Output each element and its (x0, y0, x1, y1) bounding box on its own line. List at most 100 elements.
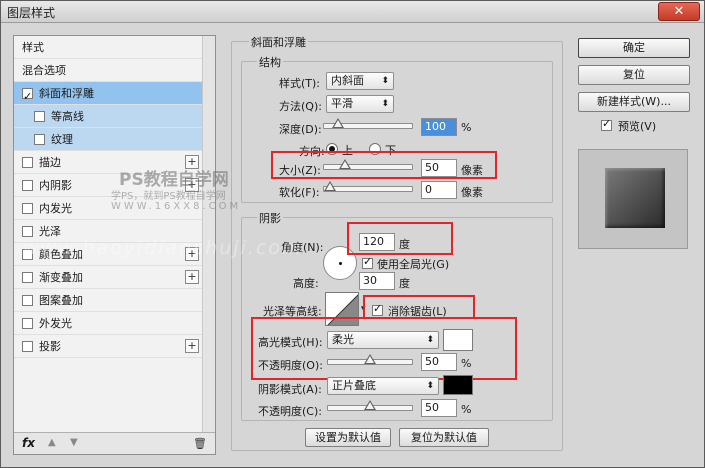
depth-unit: % (461, 121, 472, 134)
soften-unit: 像素 (461, 186, 483, 199)
ok-button[interactable]: 确定 (578, 38, 690, 58)
style-list-item-label: 内发光 (39, 202, 72, 215)
style-list-item-label: 外发光 (39, 317, 72, 330)
slider-thumb[interactable] (332, 118, 344, 128)
style-checkbox[interactable] (22, 225, 33, 237)
style-dropdown-value: 内斜面 (331, 74, 364, 87)
reset-button[interactable]: 复位 (578, 65, 690, 85)
global-light-checkbox[interactable] (362, 255, 373, 269)
preview-label: 预览(V) (618, 120, 657, 133)
size-highlight-box (271, 151, 497, 179)
style-list-item[interactable]: 描边 + (14, 151, 202, 174)
trash-icon[interactable]: 🗑 (193, 437, 207, 450)
shadow-opacity-input[interactable]: 50 (421, 399, 457, 417)
technique-label: 方法(Q): (279, 100, 322, 113)
layer-style-dialog: 图层样式 ✕ 样式混合选项斜面和浮雕等高线纹理描边+内阴影+内发光光泽颜色叠加+… (0, 0, 705, 468)
reset-default-button[interactable]: 复位为默认值 (399, 428, 489, 447)
style-list-panel: 样式混合选项斜面和浮雕等高线纹理描边 + 内阴影 + 内发光光泽颜色叠加 + 渐变叠加 + 图案… (13, 35, 216, 455)
style-list-item[interactable]: 光泽 (14, 220, 202, 243)
move-up-icon[interactable]: ▲ (48, 437, 56, 448)
move-down-icon[interactable]: ▼ (70, 437, 78, 448)
soften-slider[interactable] (323, 181, 413, 192)
shadow-mode-value: 正片叠底 (332, 379, 376, 392)
style-list-item-label: 投影 (39, 340, 61, 353)
angle-highlight-box (347, 222, 453, 255)
style-list-item-label: 等高线 (51, 110, 84, 123)
style-list-item[interactable]: 样式 (14, 36, 202, 59)
style-list-item[interactable]: 纹理 (14, 128, 202, 151)
style-list-item[interactable]: 内阴影 + (14, 174, 202, 197)
style-list-item[interactable]: 混合选项 (14, 59, 202, 82)
altitude-input[interactable]: 30 (359, 272, 395, 290)
altitude-unit: 度 (399, 277, 410, 290)
technique-dropdown-value: 平滑 (331, 97, 353, 110)
style-checkbox[interactable] (22, 179, 33, 191)
add-icon[interactable]: + (185, 247, 199, 261)
style-checkbox[interactable] (22, 248, 33, 260)
style-checkbox[interactable] (22, 85, 33, 108)
style-list-item-label: 描边 (39, 156, 61, 169)
style-list-item-label: 内阴影 (39, 179, 72, 192)
soften-input[interactable]: 0 (421, 181, 457, 199)
style-list-item[interactable]: 等高线 (14, 105, 202, 128)
style-list-item-label: 斜面和浮雕 (39, 87, 94, 100)
style-list-item[interactable]: 外发光 (14, 312, 202, 335)
structure-title: 结构 (257, 54, 283, 70)
add-icon[interactable]: + (185, 178, 199, 192)
style-list-scrollbar[interactable] (202, 36, 215, 434)
shadow-color-swatch[interactable] (443, 375, 473, 395)
style-label: 样式(T): (279, 77, 321, 90)
style-list-item-label: 样式 (22, 41, 44, 54)
add-icon[interactable]: + (185, 155, 199, 169)
style-checkbox[interactable] (22, 294, 33, 306)
style-list-item-label: 光泽 (39, 225, 61, 238)
slider-thumb[interactable] (324, 181, 336, 191)
chevron-updown-icon: ⬍ (426, 381, 434, 391)
depth-label: 深度(D): (279, 123, 322, 136)
preview-thumbnail (605, 168, 665, 228)
title-bar: 图层样式 ✕ (1, 1, 704, 23)
shadow-mode-dropdown[interactable]: 正片叠底 ⬍ (327, 377, 439, 395)
add-icon[interactable]: + (185, 339, 199, 353)
chevron-updown-icon: ⬍ (381, 99, 389, 109)
shadow-opacity-label: 不透明度(C): (258, 405, 322, 418)
angle-label: 角度(N): (281, 241, 324, 254)
shading-title: 阴影 (257, 210, 283, 226)
depth-slider[interactable] (323, 118, 413, 129)
style-checkbox[interactable] (34, 133, 45, 145)
highlight-mode-highlight-box (251, 317, 517, 380)
style-list-item[interactable]: 图案叠加 (14, 289, 202, 312)
style-list-item[interactable]: 内发光 (14, 197, 202, 220)
style-list-item-label: 渐变叠加 (39, 271, 83, 284)
style-dropdown[interactable]: 内斜面 ⬍ (326, 72, 394, 90)
style-list-footer: fx ▲ ▼ 🗑 (14, 432, 215, 454)
style-checkbox[interactable] (34, 110, 45, 122)
bevel-emboss-title: 斜面和浮雕 (249, 34, 308, 50)
technique-dropdown[interactable]: 平滑 ⬍ (326, 95, 394, 113)
make-default-button[interactable]: 设置为默认值 (305, 428, 391, 447)
new-style-button[interactable]: 新建样式(W)... (578, 92, 690, 112)
anti-alias-highlight-box (363, 295, 475, 319)
slider-thumb[interactable] (364, 400, 376, 410)
depth-input[interactable]: 100 (421, 118, 457, 136)
close-icon[interactable]: ✕ (658, 2, 700, 21)
window-title: 图层样式 (7, 6, 56, 20)
preview-checkbox[interactable] (601, 117, 612, 131)
style-list-item[interactable]: 渐变叠加 + (14, 266, 202, 289)
shadow-mode-label: 阴影模式(A): (258, 383, 322, 396)
style-checkbox[interactable] (22, 340, 33, 352)
shadow-opacity-slider[interactable] (327, 400, 413, 411)
style-checkbox[interactable] (22, 202, 33, 214)
style-list-item-label: 纹理 (51, 133, 73, 146)
style-checkbox[interactable] (22, 156, 33, 168)
global-light-label: 使用全局光(G) (377, 258, 450, 271)
add-icon[interactable]: + (185, 270, 199, 284)
altitude-label: 高度: (293, 277, 319, 290)
style-list-item[interactable]: 颜色叠加 + (14, 243, 202, 266)
style-list-item[interactable]: 斜面和浮雕 (14, 82, 202, 108)
style-list-item[interactable]: 投影 + (14, 335, 202, 358)
style-checkbox[interactable] (22, 317, 33, 329)
fx-icon[interactable]: fx (22, 436, 35, 450)
style-checkbox[interactable] (22, 271, 33, 283)
chevron-updown-icon: ⬍ (381, 76, 389, 86)
